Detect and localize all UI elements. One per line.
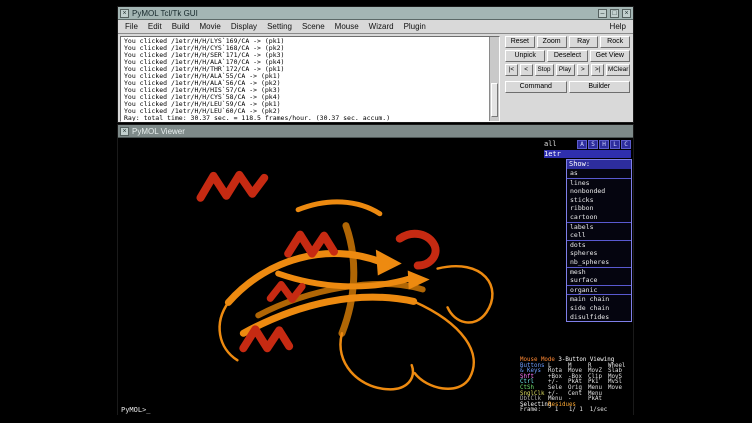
log-output[interactable]: You clicked /1etr/H/H/LYS`169/CA -> (pk1…	[120, 36, 500, 122]
titlebar[interactable]: × PyMOL Tcl/Tk GUI – □ ×	[118, 7, 633, 20]
frame-counter: Frame: 1 1/ 1 1/sec	[520, 408, 632, 414]
window-title: PyMOL Tcl/Tk GUI	[132, 9, 198, 18]
movie-control-button[interactable]: |<	[505, 64, 518, 76]
show-menu-item[interactable]: surface	[567, 276, 631, 285]
close-icon[interactable]: ×	[120, 127, 129, 136]
show-menu-item[interactable]: as	[567, 169, 631, 178]
movie-control-button[interactable]: Play	[556, 64, 575, 76]
movie-control-button[interactable]: >	[577, 64, 590, 76]
menu-item[interactable]: Wizard	[364, 22, 399, 31]
gui-button[interactable]: Command	[505, 81, 567, 93]
button-row-movie: |<<StopPlay>>|MClear	[505, 64, 630, 76]
show-menu-item[interactable]: lines	[567, 178, 631, 188]
show-menu: Show: aslinesnonbondedsticksribboncartoo…	[566, 159, 632, 322]
window-close-icon[interactable]: ×	[622, 9, 631, 18]
object-row-all[interactable]: all ASHLC	[543, 139, 632, 149]
object-action-button[interactable]: C	[621, 140, 631, 149]
mouse-mode-panel[interactable]: Mouse Mode 3-Button Viewing Buttons L M …	[520, 358, 632, 414]
close-icon[interactable]: ×	[120, 9, 129, 18]
viewer-3d-viewport[interactable]: all ASHLC 1etr Show: aslinesnonbondedsti…	[118, 138, 633, 416]
show-menu-header: Show:	[567, 160, 631, 169]
viewer-titlebar[interactable]: × PyMOL Viewer	[118, 125, 633, 138]
menu-item[interactable]: Setting	[262, 22, 297, 31]
minimize-icon[interactable]: –	[598, 9, 607, 18]
menubar: FileEditBuildMovieDisplaySettingSceneMou…	[118, 20, 633, 34]
object-label-selected[interactable]: 1etr	[544, 150, 631, 158]
show-menu-item[interactable]: nb_spheres	[567, 258, 631, 267]
desktop: × PyMOL Tcl/Tk GUI – □ × FileEditBuildMo…	[0, 0, 752, 423]
show-menu-item[interactable]: mesh	[567, 267, 631, 277]
button-row-2: UnpickDeselectGet View	[505, 50, 630, 62]
command-prompt[interactable]: PyMOL>_	[121, 406, 151, 414]
menu-item[interactable]: Display	[226, 22, 262, 31]
show-menu-item[interactable]: ribbon	[567, 204, 631, 213]
menu-item-help[interactable]: Help	[605, 22, 631, 31]
gui-button[interactable]: Rock	[600, 36, 630, 48]
menu-item[interactable]: Plugin	[399, 22, 431, 31]
protein-structure[interactable]	[118, 138, 545, 416]
show-menu-item[interactable]: sticks	[567, 196, 631, 205]
gui-button[interactable]: Deselect	[547, 50, 587, 62]
gui-button[interactable]: Get View	[590, 50, 630, 62]
gui-button[interactable]: Builder	[569, 81, 631, 93]
object-action-button[interactable]: H	[599, 140, 609, 149]
movie-control-button[interactable]: >|	[591, 64, 604, 76]
movie-control-button[interactable]: Stop	[535, 64, 554, 76]
show-menu-item[interactable]: cell	[567, 231, 631, 240]
object-action-button[interactable]: S	[588, 140, 598, 149]
show-menu-item[interactable]: main chain	[567, 294, 631, 304]
movie-control-button[interactable]: MClear	[606, 64, 630, 76]
scrollbar-thumb[interactable]	[491, 83, 498, 117]
pymol-tcltk-gui-window: × PyMOL Tcl/Tk GUI – □ × FileEditBuildMo…	[117, 6, 634, 123]
movie-control-button[interactable]: <	[520, 64, 533, 76]
gui-body: You clicked /1etr/H/H/LYS`169/CA -> (pk1…	[118, 34, 633, 124]
show-menu-item[interactable]: labels	[567, 222, 631, 232]
show-menu-item[interactable]: nonbonded	[567, 187, 631, 196]
menu-item[interactable]: File	[120, 22, 143, 31]
menu-item[interactable]: Mouse	[330, 22, 364, 31]
gui-button[interactable]: Ray	[569, 36, 599, 48]
object-panel: all ASHLC 1etr Show: aslinesnonbondedsti…	[543, 139, 632, 322]
log-line: Ray: total time: 30.37 sec. = 118.5 fram…	[124, 115, 487, 122]
object-row-1etr[interactable]: 1etr	[543, 149, 632, 159]
gui-button[interactable]: Reset	[505, 36, 535, 48]
show-menu-item[interactable]: spheres	[567, 249, 631, 258]
menu-item[interactable]: Scene	[297, 22, 330, 31]
show-menu-item[interactable]: disulfides	[567, 313, 631, 322]
gui-button[interactable]: Zoom	[537, 36, 567, 48]
button-row-1: ResetZoomRayRock	[505, 36, 630, 48]
object-action-button[interactable]: A	[577, 140, 587, 149]
pymol-viewer-window: × PyMOL Viewer	[117, 124, 634, 415]
menu-item[interactable]: Build	[167, 22, 195, 31]
object-label[interactable]: all	[544, 140, 576, 148]
show-menu-item[interactable]: cartoon	[567, 213, 631, 222]
button-row-4: CommandBuilder	[505, 81, 630, 93]
show-menu-item[interactable]: organic	[567, 285, 631, 295]
gui-button[interactable]: Unpick	[505, 50, 545, 62]
log-scrollbar[interactable]	[489, 37, 499, 121]
maximize-icon[interactable]: □	[610, 9, 619, 18]
viewer-window-title: PyMOL Viewer	[132, 127, 185, 136]
menu-item[interactable]: Edit	[143, 22, 167, 31]
show-menu-item[interactable]: dots	[567, 240, 631, 250]
menu-item[interactable]: Movie	[194, 22, 225, 31]
object-action-button[interactable]: L	[610, 140, 620, 149]
show-menu-item[interactable]: side chain	[567, 304, 631, 313]
control-button-panel: ResetZoomRayRock UnpickDeselectGet View …	[502, 34, 633, 124]
